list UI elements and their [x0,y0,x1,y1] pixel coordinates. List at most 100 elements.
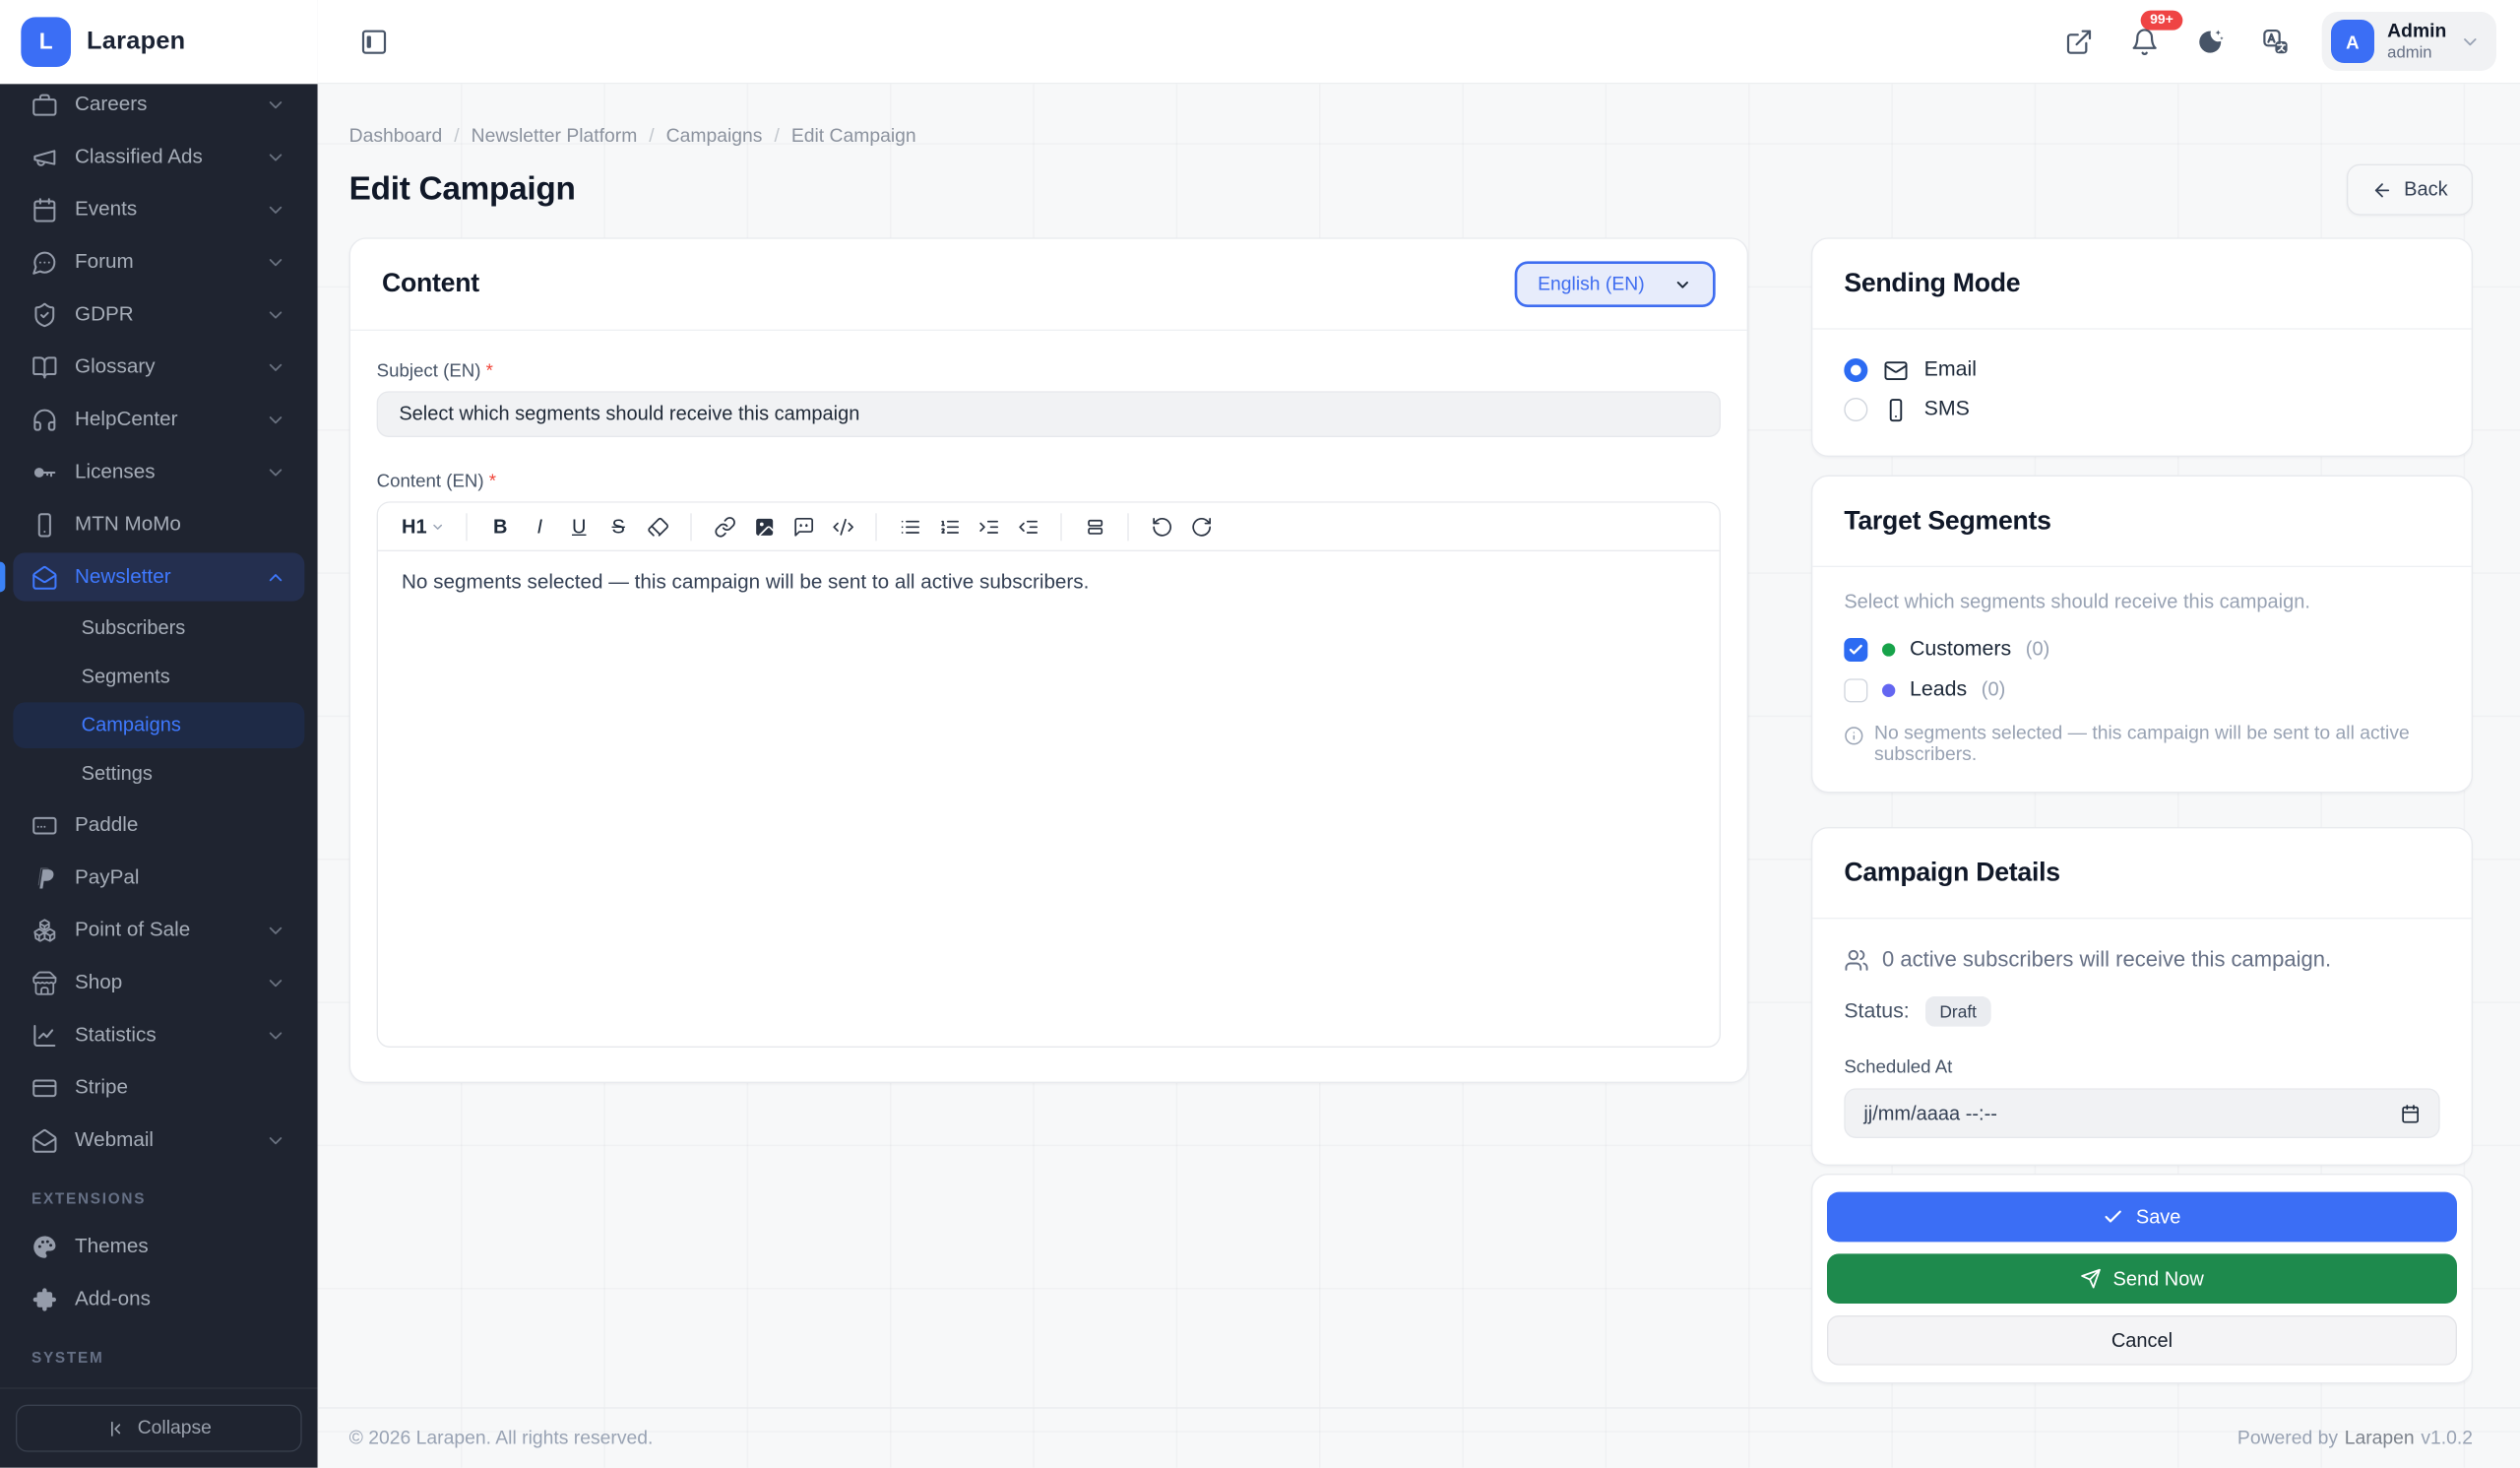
quote-button[interactable] [784,508,823,544]
back-button[interactable]: Back [2347,164,2473,216]
code-button[interactable] [823,508,862,544]
credit-card-icon [32,812,58,839]
sidebar-item-point-of-sale[interactable]: Point of Sale [13,906,304,954]
sidebar-item-forum[interactable]: Forum [13,237,304,286]
powered-by-link[interactable]: Larapen [2345,1428,2415,1448]
sidebar-item-mtn-momo[interactable]: MTN MoMo [13,500,304,548]
link-button[interactable] [705,508,744,544]
email-radio[interactable] [1844,358,1867,382]
open-site-button[interactable] [2059,22,2099,61]
sending-mode-title: Sending Mode [1844,269,2020,299]
sidebar-item-add-ons[interactable]: Add-ons [13,1275,304,1323]
sidebar-item-licenses[interactable]: Licenses [13,448,304,496]
sidebar-item-label: Webmail [75,1128,248,1152]
indent-button[interactable] [969,508,1008,544]
breadcrumb-separator: / [454,126,459,147]
sidebar-item-label: Statistics [75,1023,248,1047]
sidebar-item-shop[interactable]: Shop [13,958,304,1006]
sidebar-item-gdpr[interactable]: GDPR [13,290,304,339]
editor-content[interactable]: No segments selected — this campaign wil… [378,551,1720,1047]
sms-radio[interactable] [1844,398,1867,421]
sidebar-item-glossary[interactable]: Glossary [13,343,304,391]
customers-count: (0) [2026,638,2049,661]
leads-checkbox[interactable] [1844,678,1867,702]
editor-toolbar: H1 B I U S [378,503,1720,551]
list-icon [899,515,921,538]
bold-button[interactable]: B [480,508,520,544]
chevron-down-icon [265,920,285,940]
underline-button[interactable]: U [559,508,598,544]
right-column: Sending Mode Email SMS [1811,237,2473,1383]
toolbar-divider [691,513,692,541]
sidebar-item-newsletter[interactable]: Newsletter [13,552,304,601]
sidebar-item-label: Forum [75,250,248,274]
main-area: 99+ A Admin admin [318,0,2520,1468]
sidebar-toggle-button[interactable] [354,22,394,61]
image-button[interactable] [744,508,784,544]
brand[interactable]: L Larapen [0,0,318,84]
sidebar-subitem-subscribers[interactable]: Subscribers [13,606,304,652]
chevron-down-icon [265,462,285,482]
sending-mode-sms-option[interactable]: SMS [1844,390,2439,429]
save-button[interactable]: Save [1827,1192,2457,1243]
collapse-button[interactable]: Collapse [16,1405,302,1452]
outdent-button[interactable] [1008,508,1047,544]
dark-mode-button[interactable] [2190,22,2230,61]
subject-input[interactable] [377,391,1721,437]
redo-button[interactable] [1181,508,1221,544]
clear-format-button[interactable] [638,508,677,544]
segments-note: No segments selected — this campaign wil… [1844,724,2439,766]
sidebar-item-webmail[interactable]: Webmail [13,1116,304,1164]
breadcrumb-newsletter-platform[interactable]: Newsletter Platform [472,126,638,147]
sidebar-item-helpcenter[interactable]: HelpCenter [13,395,304,443]
sidebar-subitem-campaigns[interactable]: Campaigns [13,702,304,748]
bullet-list-button[interactable] [890,508,929,544]
scheduled-at-input[interactable]: jj/mm/aaaa --:-- [1844,1088,2439,1138]
heading-dropdown[interactable]: H1 [394,508,453,544]
sidebar-item-paypal[interactable]: PayPal [13,854,304,902]
undo-button[interactable] [1142,508,1181,544]
sidebar-item-events[interactable]: Events [13,185,304,233]
ordered-list-button[interactable] [929,508,969,544]
title-row: Edit Campaign Back [349,164,2473,216]
sidebar-subitem-segments[interactable]: Segments [13,654,304,700]
language-selector[interactable]: English (EN) [1514,261,1716,307]
segment-customers[interactable]: Customers (0) [1844,629,2439,670]
cancel-button[interactable]: Cancel [1827,1315,2457,1366]
customers-checkbox[interactable] [1844,637,1867,661]
status-badge: Draft [1925,996,1991,1027]
email-option-label: Email [1924,358,1977,382]
breadcrumb-dashboard[interactable]: Dashboard [349,126,443,147]
breadcrumb-separator: / [649,126,654,147]
italic-button[interactable]: I [520,508,559,544]
horizontal-rule-button[interactable] [1075,508,1114,544]
sidebar-item-label: Events [75,198,248,222]
sidebar-item-classified-ads[interactable]: Classified Ads [13,133,304,181]
user-menu[interactable]: A Admin admin [2322,12,2496,71]
scheduled-at-label: Scheduled At [1844,1055,2439,1076]
language-switcher-button[interactable] [2256,22,2296,61]
segment-leads[interactable]: Leads (0) [1844,670,2439,710]
sidebar-item-stripe[interactable]: Stripe [13,1063,304,1112]
chevron-down-icon [265,356,285,377]
sidebar-subitem-settings[interactable]: Settings [13,751,304,798]
leads-dot [1882,683,1895,696]
headset-icon [32,407,58,433]
sidebar-subitem-label: Settings [82,763,153,786]
sidebar-item-statistics[interactable]: Statistics [13,1011,304,1059]
breadcrumb-campaigns[interactable]: Campaigns [666,126,763,147]
sidebar-item-themes[interactable]: Themes [13,1222,304,1270]
toolbar-divider [467,513,468,541]
sidebar-item-careers[interactable]: Careers [13,80,304,128]
calendar-icon [32,196,58,223]
sidebar-item-paddle[interactable]: Paddle [13,800,304,849]
send-now-button[interactable]: Send Now [1827,1253,2457,1304]
notifications-button[interactable]: 99+ [2125,22,2165,61]
strikethrough-button[interactable]: S [598,508,638,544]
sidebar-item-label: MTN MoMo [75,513,286,537]
status-row: Status: Draft [1844,996,2439,1027]
sending-mode-email-option[interactable]: Email [1844,351,2439,390]
sidebar-item-label: Themes [75,1235,286,1258]
leads-count: (0) [1982,678,2005,701]
sending-mode-card: Sending Mode Email SMS [1811,237,2473,457]
